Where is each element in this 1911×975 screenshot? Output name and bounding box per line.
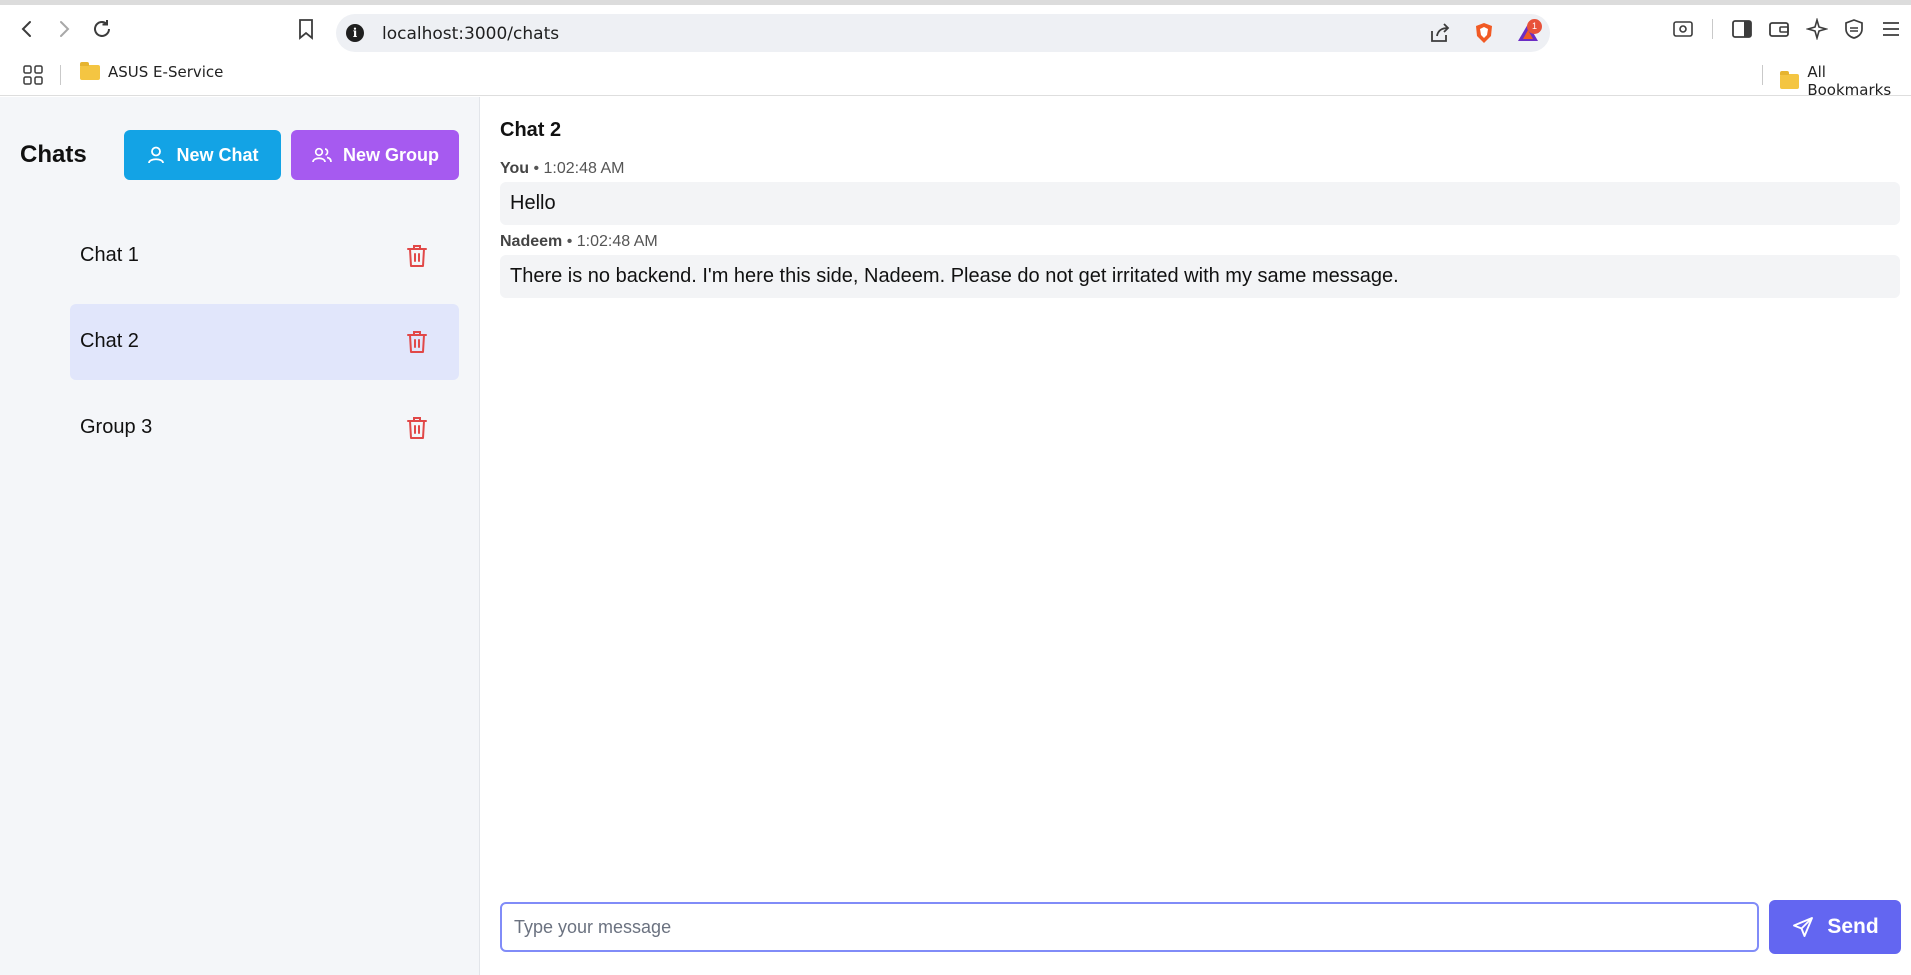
chat-sidebar: Chats New Chat New Group Chat 1 Chat 2 G… (0, 97, 480, 975)
message: You • 1:02:48 AM Hello (500, 160, 1900, 225)
screenshot-search-icon[interactable] (1670, 16, 1696, 42)
trash-icon[interactable] (405, 329, 429, 355)
address-url[interactable]: localhost:3000/chats (382, 24, 559, 44)
message-meta: Nadeem • 1:02:48 AM (500, 233, 1900, 253)
message-separator: • (562, 233, 577, 250)
message-meta: You • 1:02:48 AM (500, 160, 1900, 180)
message-bubble: Hello (500, 182, 1900, 225)
bookmark-icon[interactable] (293, 16, 319, 42)
chat-item-label: Group 3 (80, 416, 153, 438)
bookmark-asus-eservice[interactable]: ASUS E-Service (80, 61, 224, 81)
new-chat-label: New Chat (176, 144, 259, 165)
message: Nadeem • 1:02:48 AM There is no backend.… (500, 233, 1900, 298)
bookmarks-separator (60, 65, 61, 85)
trash-icon[interactable] (405, 415, 429, 441)
new-group-button[interactable]: New Group (291, 130, 459, 180)
address-bar[interactable]: i localhost:3000/chats (336, 14, 1550, 52)
message-time: 1:02:48 AM (543, 160, 625, 177)
back-icon[interactable] (14, 16, 40, 42)
message-time: 1:02:48 AM (576, 233, 658, 250)
chat-list: Chat 1 Chat 2 Group 3 (70, 218, 459, 476)
site-info-icon[interactable]: i (346, 24, 364, 42)
browser-toolbar: i localhost:3000/chats 1 (0, 5, 1911, 53)
bookmark-label: All Bookmarks (1807, 63, 1892, 99)
new-group-label: New Group (342, 144, 439, 165)
apps-grid-icon[interactable] (20, 62, 46, 88)
bookmark-label: ASUS E-Service (108, 63, 224, 81)
message-separator: • (529, 160, 544, 177)
send-label: Send (1827, 915, 1879, 938)
sidebar-toggle-icon[interactable] (1729, 16, 1755, 42)
send-icon (1793, 917, 1814, 937)
wallet-icon[interactable] (1766, 16, 1792, 42)
chat-item-label: Chat 1 (80, 244, 139, 266)
conversation-title: Chat 2 (500, 119, 562, 141)
send-button[interactable]: Send (1769, 900, 1901, 954)
chat-app: Chats New Chat New Group Chat 1 Chat 2 G… (0, 97, 1911, 975)
message-input[interactable] (500, 902, 1759, 952)
brave-shield-icon[interactable] (1472, 21, 1496, 45)
users-icon (312, 147, 332, 163)
message-sender: Nadeem (500, 233, 563, 250)
chat-list-item[interactable]: Group 3 (70, 390, 459, 466)
share-icon[interactable] (1428, 21, 1452, 45)
chat-item-label: Chat 2 (80, 330, 139, 352)
rewards-badge: 1 (1527, 19, 1542, 34)
bookmark-all-bookmarks[interactable]: All Bookmarks (1780, 63, 1911, 99)
conversation-panel: Chat 2 You • 1:02:48 AM Hello Nadeem • 1… (481, 97, 1911, 975)
message-bubble: There is no backend. I'm here this side,… (500, 255, 1900, 298)
bookmarks-bar: ASUS E-Service All Bookmarks (0, 53, 1911, 99)
leo-ai-icon[interactable] (1804, 16, 1830, 42)
menu-icon[interactable] (1878, 16, 1904, 42)
toolbar-separator (1712, 19, 1713, 39)
folder-icon (1780, 70, 1800, 89)
chat-list-item-active[interactable]: Chat 2 (70, 304, 459, 380)
vpn-shield-icon[interactable] (1841, 16, 1867, 42)
folder-icon (80, 61, 100, 80)
bookmarks-separator (1762, 65, 1763, 85)
user-icon (148, 146, 165, 164)
reload-icon[interactable] (89, 16, 115, 42)
new-chat-button[interactable]: New Chat (124, 130, 281, 180)
sidebar-title: Chats (20, 141, 87, 168)
message-sender: You (500, 160, 530, 177)
forward-icon[interactable] (51, 16, 77, 42)
chat-list-item[interactable]: Chat 1 (70, 218, 459, 294)
trash-icon[interactable] (405, 243, 429, 269)
